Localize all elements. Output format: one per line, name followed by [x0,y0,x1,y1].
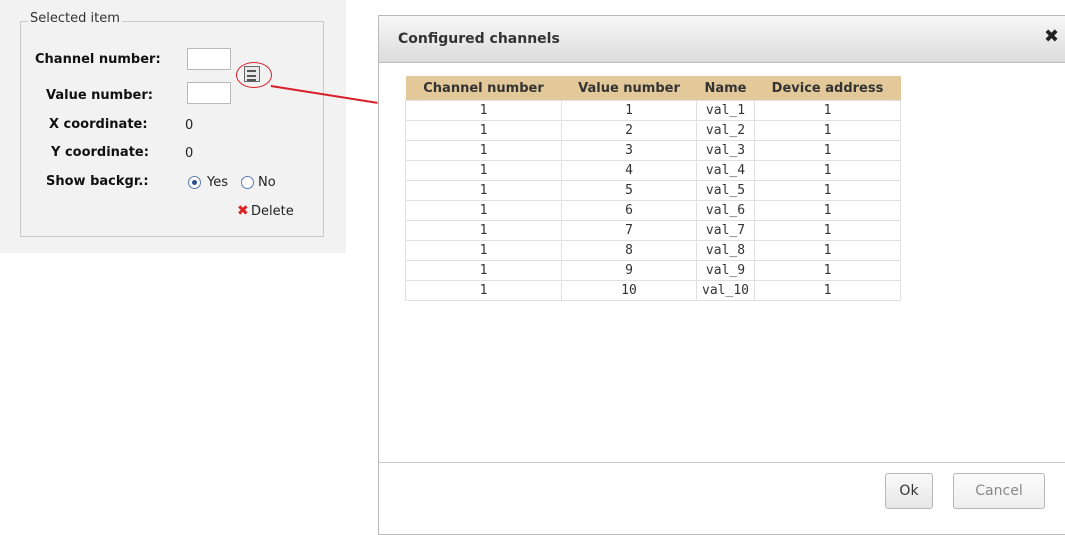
table-cell: 1 [405,280,562,301]
selected-item-panel: Selected item Channel number: Value numb… [0,0,346,253]
radio-yes[interactable] [188,176,201,189]
table-cell: val_4 [696,160,755,181]
table-cell: 1 [754,280,901,301]
table-cell: 1 [561,100,697,121]
table-cell: 1 [754,160,901,181]
column-header[interactable]: Channel number [405,76,562,101]
table-cell: 1 [405,220,562,241]
column-header[interactable]: Device address [754,76,901,101]
table-row[interactable]: 1 6 val_6 1 [405,200,901,221]
table-row[interactable]: 1 4 val_4 1 [405,160,901,181]
table-cell: 2 [561,120,697,141]
annotation-circle [236,62,272,88]
table-cell: 10 [561,280,697,301]
radio-no-label[interactable]: No [258,175,276,190]
table-cell: 7 [561,220,697,241]
table-cell: 1 [405,100,562,121]
table-cell: 1 [405,200,562,221]
table-cell: 1 [754,220,901,241]
table-cell: val_5 [696,180,755,201]
y-coordinate-value: 0 [185,146,194,161]
table-cell: 1 [405,180,562,201]
table-cell: 1 [405,260,562,281]
table-cell: 1 [405,240,562,261]
x-coordinate-value: 0 [185,118,194,133]
table-cell: 1 [754,200,901,221]
show-background-label: Show backgr.: [46,174,149,189]
table-row[interactable]: 1 8 val_8 1 [405,240,901,261]
channel-number-input[interactable] [187,48,231,70]
table-header-row: Channel number Value number Name Device … [405,76,901,101]
delete-button[interactable]: Delete [251,204,294,219]
radio-no[interactable] [241,176,254,189]
dialog-title: Configured channels [398,31,560,47]
selected-item-legend: Selected item [28,11,122,26]
table-row[interactable]: 1 2 val_2 1 [405,120,901,141]
table-cell: 3 [561,140,697,161]
value-number-label: Value number: [46,88,153,103]
table-row[interactable]: 1 9 val_9 1 [405,260,901,281]
table-row[interactable]: 1 1 val_1 1 [405,100,901,121]
table-cell: val_8 [696,240,755,261]
table-cell: val_10 [696,280,755,301]
column-header[interactable]: Name [696,76,755,101]
table-row[interactable]: 1 10 val_10 1 [405,280,901,301]
x-coordinate-label: X coordinate: [49,117,148,132]
value-number-input[interactable] [187,82,231,104]
channels-table: Channel number Value number Name Device … [405,76,901,301]
table-row[interactable]: 1 3 val_3 1 [405,140,901,161]
table-cell: 5 [561,180,697,201]
table-cell: val_6 [696,200,755,221]
table-cell: 4 [561,160,697,181]
close-icon[interactable]: ✖ [1044,26,1059,47]
y-coordinate-label: Y coordinate: [51,145,149,160]
delete-icon[interactable]: ✖ [237,203,249,219]
dialog-header: Configured channels ✖ [379,16,1065,63]
dialog-footer-divider [379,462,1065,463]
cancel-button[interactable]: Cancel [953,473,1045,509]
table-cell: val_7 [696,220,755,241]
table-cell: 1 [405,160,562,181]
table-cell: 1 [754,120,901,141]
table-cell: val_1 [696,100,755,121]
ok-button[interactable]: Ok [885,473,933,509]
configured-channels-dialog: Configured channels ✖ Channel number Val… [378,15,1065,535]
radio-yes-label[interactable]: Yes [207,175,228,190]
table-cell: 1 [754,260,901,281]
table-cell: 6 [561,200,697,221]
table-cell: 8 [561,240,697,261]
table-cell: 1 [754,180,901,201]
table-cell: 1 [754,100,901,121]
channel-number-label: Channel number: [35,52,161,67]
column-header[interactable]: Value number [561,76,697,101]
table-cell: val_2 [696,120,755,141]
table-cell: 1 [754,140,901,161]
table-cell: val_9 [696,260,755,281]
table-row[interactable]: 1 7 val_7 1 [405,220,901,241]
table-cell: 1 [405,140,562,161]
table-cell: val_3 [696,140,755,161]
table-cell: 1 [405,120,562,141]
table-cell: 9 [561,260,697,281]
table-cell: 1 [754,240,901,261]
table-row[interactable]: 1 5 val_5 1 [405,180,901,201]
